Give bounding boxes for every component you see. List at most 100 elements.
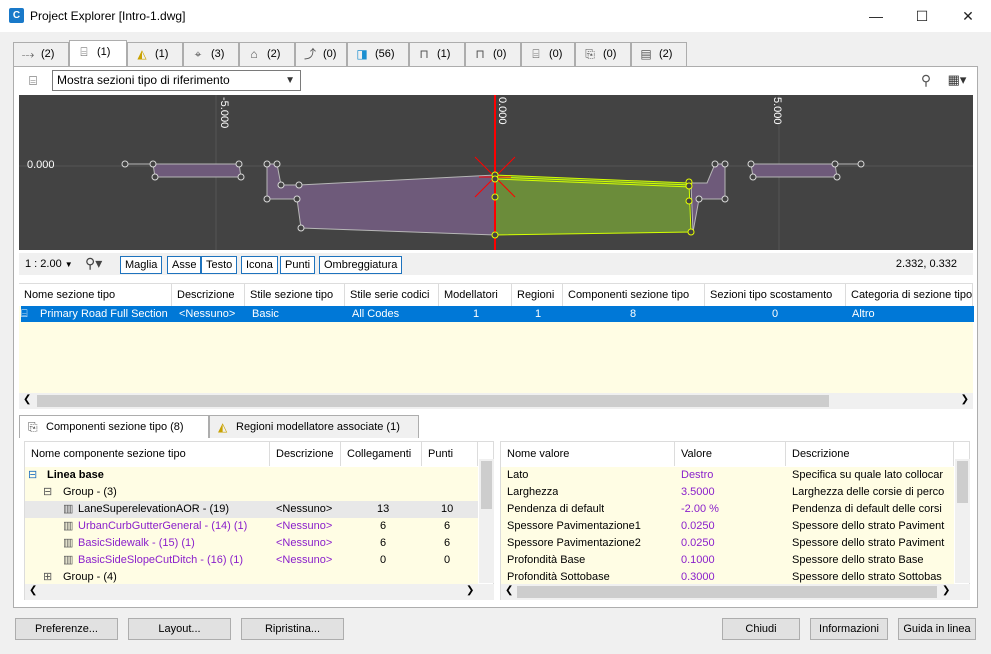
subassembly-icon: ▥ xyxy=(63,537,74,549)
restore-button[interactable]: Ripristina... xyxy=(241,618,344,640)
tab-pipe-networks[interactable]: ⊓ (1) xyxy=(409,42,465,66)
tree-row[interactable]: ▥ UrbanCurbGutterGeneral - (14) (1) <Nes… xyxy=(25,518,478,535)
new-assembly-icon[interactable]: ⌸ xyxy=(24,72,42,90)
scroll-thumb[interactable] xyxy=(37,395,829,407)
table-row-selected[interactable]: ⌸ Primary Road Full Section <Nessuno> Ba… xyxy=(21,306,974,322)
vertical-scrollbar[interactable] xyxy=(479,459,494,583)
tab-pressure-networks[interactable]: ⊓ (0) xyxy=(465,42,521,66)
tab-alignments[interactable]: ⤏ (2) xyxy=(13,42,69,66)
scroll-thumb[interactable] xyxy=(957,461,968,503)
corridor-icon: ◭ xyxy=(137,47,147,62)
tab-corridors[interactable]: ◭ (1) xyxy=(127,42,183,66)
horizontal-scrollbar[interactable]: ❮ ❯ xyxy=(19,393,973,409)
parameter-row[interactable]: Larghezza 3.5000 Larghezza delle corsie … xyxy=(501,484,954,501)
column-header[interactable]: Valore xyxy=(675,442,786,466)
assembly-grid: Nome sezione tipo Descrizione Stile sezi… xyxy=(19,283,973,409)
column-header[interactable]: Nome valore xyxy=(501,442,675,466)
minimize-button[interactable]: — xyxy=(853,0,899,32)
column-header[interactable]: Descrizione xyxy=(172,284,245,306)
cell: All Codes xyxy=(352,308,400,320)
shading-toggle-button[interactable]: Ombreggiatura xyxy=(319,256,403,274)
view-filter-dropdown[interactable]: Mostra sezioni tipo di riferimento ▼ xyxy=(52,70,301,91)
y-axis-label-zero: 0.000 xyxy=(27,159,55,171)
civil3d-app-icon: C xyxy=(9,8,24,23)
tab-sample-lines[interactable]: ⎘ (0) xyxy=(575,42,631,66)
tab-assemblies[interactable]: ⌸ (1) xyxy=(69,40,127,66)
tab-profiles[interactable]: ⌖ (3) xyxy=(183,42,239,66)
parameter-row[interactable]: Spessore Pavimentazione1 0.0250 Spessore… xyxy=(501,518,954,535)
icon-toggle-button[interactable]: Icona xyxy=(241,256,278,274)
drawing-icon: ▤ xyxy=(640,47,652,62)
column-header[interactable]: Sezioni tipo scostamento xyxy=(705,284,846,306)
tree-row[interactable]: ▥ BasicSidewalk - (15) (1) <Nessuno> 6 6 xyxy=(25,535,478,552)
profile-icon: ⌖ xyxy=(194,47,202,62)
parameter-row[interactable]: Spessore Pavimentazione2 0.0250 Spessore… xyxy=(501,535,954,552)
points-toggle-button[interactable]: Punti xyxy=(280,256,316,274)
parameter-row[interactable]: Profondità Base 0.1000 Spessore dello st… xyxy=(501,552,954,569)
axis-toggle-button[interactable]: Asse xyxy=(167,256,202,274)
x-axis-label-zero: 0.000 xyxy=(496,97,508,125)
close-button[interactable]: Chiudi xyxy=(722,618,800,640)
text-toggle-button[interactable]: Testo xyxy=(201,256,238,274)
layout-button[interactable]: Layout... xyxy=(128,618,231,640)
column-header[interactable]: Componenti sezione tipo xyxy=(563,284,705,306)
tab-baseline-regions[interactable]: ◭ Regioni modellatore associate (1) xyxy=(209,415,419,438)
column-header[interactable]: Modellatori xyxy=(439,284,512,306)
column-header[interactable]: Descrizione xyxy=(270,442,341,466)
horizontal-scrollbar[interactable]: ❮ ❯ xyxy=(501,584,970,600)
assembly-preview-viewer[interactable]: -5.000 0.000 5.000 0.000 xyxy=(19,95,973,250)
scroll-thumb[interactable] xyxy=(481,461,492,509)
tree-row[interactable]: ▥ BasicSideSlopeCutDitch - (16) (1) <Nes… xyxy=(25,552,478,569)
corridor-icon: ◭ xyxy=(218,420,228,434)
search-icon[interactable]: ⚲ xyxy=(917,72,935,90)
column-header[interactable]: Collegamenti xyxy=(341,442,422,466)
baseline-icon: ⊟ xyxy=(28,469,38,481)
maximize-button[interactable]: ☐ xyxy=(899,0,945,32)
scroll-left-icon[interactable]: ❮ xyxy=(505,585,513,596)
scroll-right-icon[interactable]: ❯ xyxy=(466,585,474,596)
subassembly-grid: Nome componente sezione tipo Descrizione… xyxy=(24,441,494,600)
cell: 0 xyxy=(772,308,779,320)
column-header[interactable]: Nome componente sezione tipo xyxy=(25,442,270,466)
tab-surfaces[interactable]: ⌂ (2) xyxy=(239,42,295,66)
tab-section-views[interactable]: ⌸ (0) xyxy=(521,42,575,66)
tab-drawings[interactable]: ▤ (2) xyxy=(631,42,687,66)
object-type-tabs: ⤏ (2) ⌸ (1) ◭ (1) ⌖ (3) ⌂ (2) ⤴ (0) ◨ (56) ⊓ (1)… xyxy=(13,40,983,66)
assembly-icon: ⌸ xyxy=(21,306,37,322)
close-window-button[interactable]: ✕ xyxy=(945,0,991,32)
parameter-row[interactable]: Pendenza di default -2.00 % Pendenza di … xyxy=(501,501,954,518)
mesh-toggle-button[interactable]: Maglia xyxy=(120,256,163,274)
tree-row[interactable]: ⊟ Group - (3) xyxy=(25,484,478,501)
scroll-thumb[interactable] xyxy=(517,586,937,598)
column-chooser-icon[interactable]: ▦▾ xyxy=(943,72,971,90)
group-icon: ⊟ xyxy=(43,486,53,498)
scroll-right-icon[interactable]: ❯ xyxy=(961,394,969,405)
zoom-icon[interactable]: ⚲▾ xyxy=(85,255,102,272)
viewer-toolbar: 1 : 2.00 ▼ ⚲▾ Maglia Asse Testo Icona Pu… xyxy=(19,253,973,275)
cell: Altro xyxy=(852,308,875,320)
scroll-right-icon[interactable]: ❯ xyxy=(942,585,950,596)
preferences-button[interactable]: Preferenze... xyxy=(15,618,118,640)
scroll-left-icon[interactable]: ❮ xyxy=(23,394,31,405)
info-button[interactable]: Informazioni xyxy=(810,618,888,640)
sample-line-icon: ⎘ xyxy=(585,47,595,62)
tab-feature-lines[interactable]: ⤴ (0) xyxy=(295,42,347,66)
column-header[interactable]: Categoria di sezione tipo xyxy=(846,284,973,306)
tree-row[interactable]: ⊟ Linea base xyxy=(25,467,478,484)
column-header[interactable]: Stile sezione tipo xyxy=(245,284,345,306)
scroll-left-icon[interactable]: ❮ xyxy=(29,585,37,596)
help-button[interactable]: Guida in linea xyxy=(898,618,976,640)
tab-subassemblies[interactable]: ◨ (56) xyxy=(347,42,409,66)
tree-row[interactable]: ▥ LaneSuperelevationAOR - (19) <Nessuno>… xyxy=(25,501,478,518)
column-header[interactable]: Nome sezione tipo xyxy=(19,284,172,306)
tab-subassemblies[interactable]: ⎘ Componenti sezione tipo (8) xyxy=(19,415,209,438)
column-header[interactable]: Punti xyxy=(422,442,478,466)
column-header[interactable]: Regioni xyxy=(512,284,563,306)
column-header[interactable]: Descrizione xyxy=(786,442,954,466)
vertical-scrollbar[interactable] xyxy=(955,459,970,583)
alignment-icon: ⤏ xyxy=(21,47,35,62)
column-header[interactable]: Stile serie codici xyxy=(345,284,439,306)
parameter-row[interactable]: Lato Destro Specifica su quale lato coll… xyxy=(501,467,954,484)
scale-selector[interactable]: 1 : 2.00 ▼ xyxy=(25,258,73,270)
horizontal-scrollbar[interactable]: ❮ ❯ xyxy=(25,584,494,600)
